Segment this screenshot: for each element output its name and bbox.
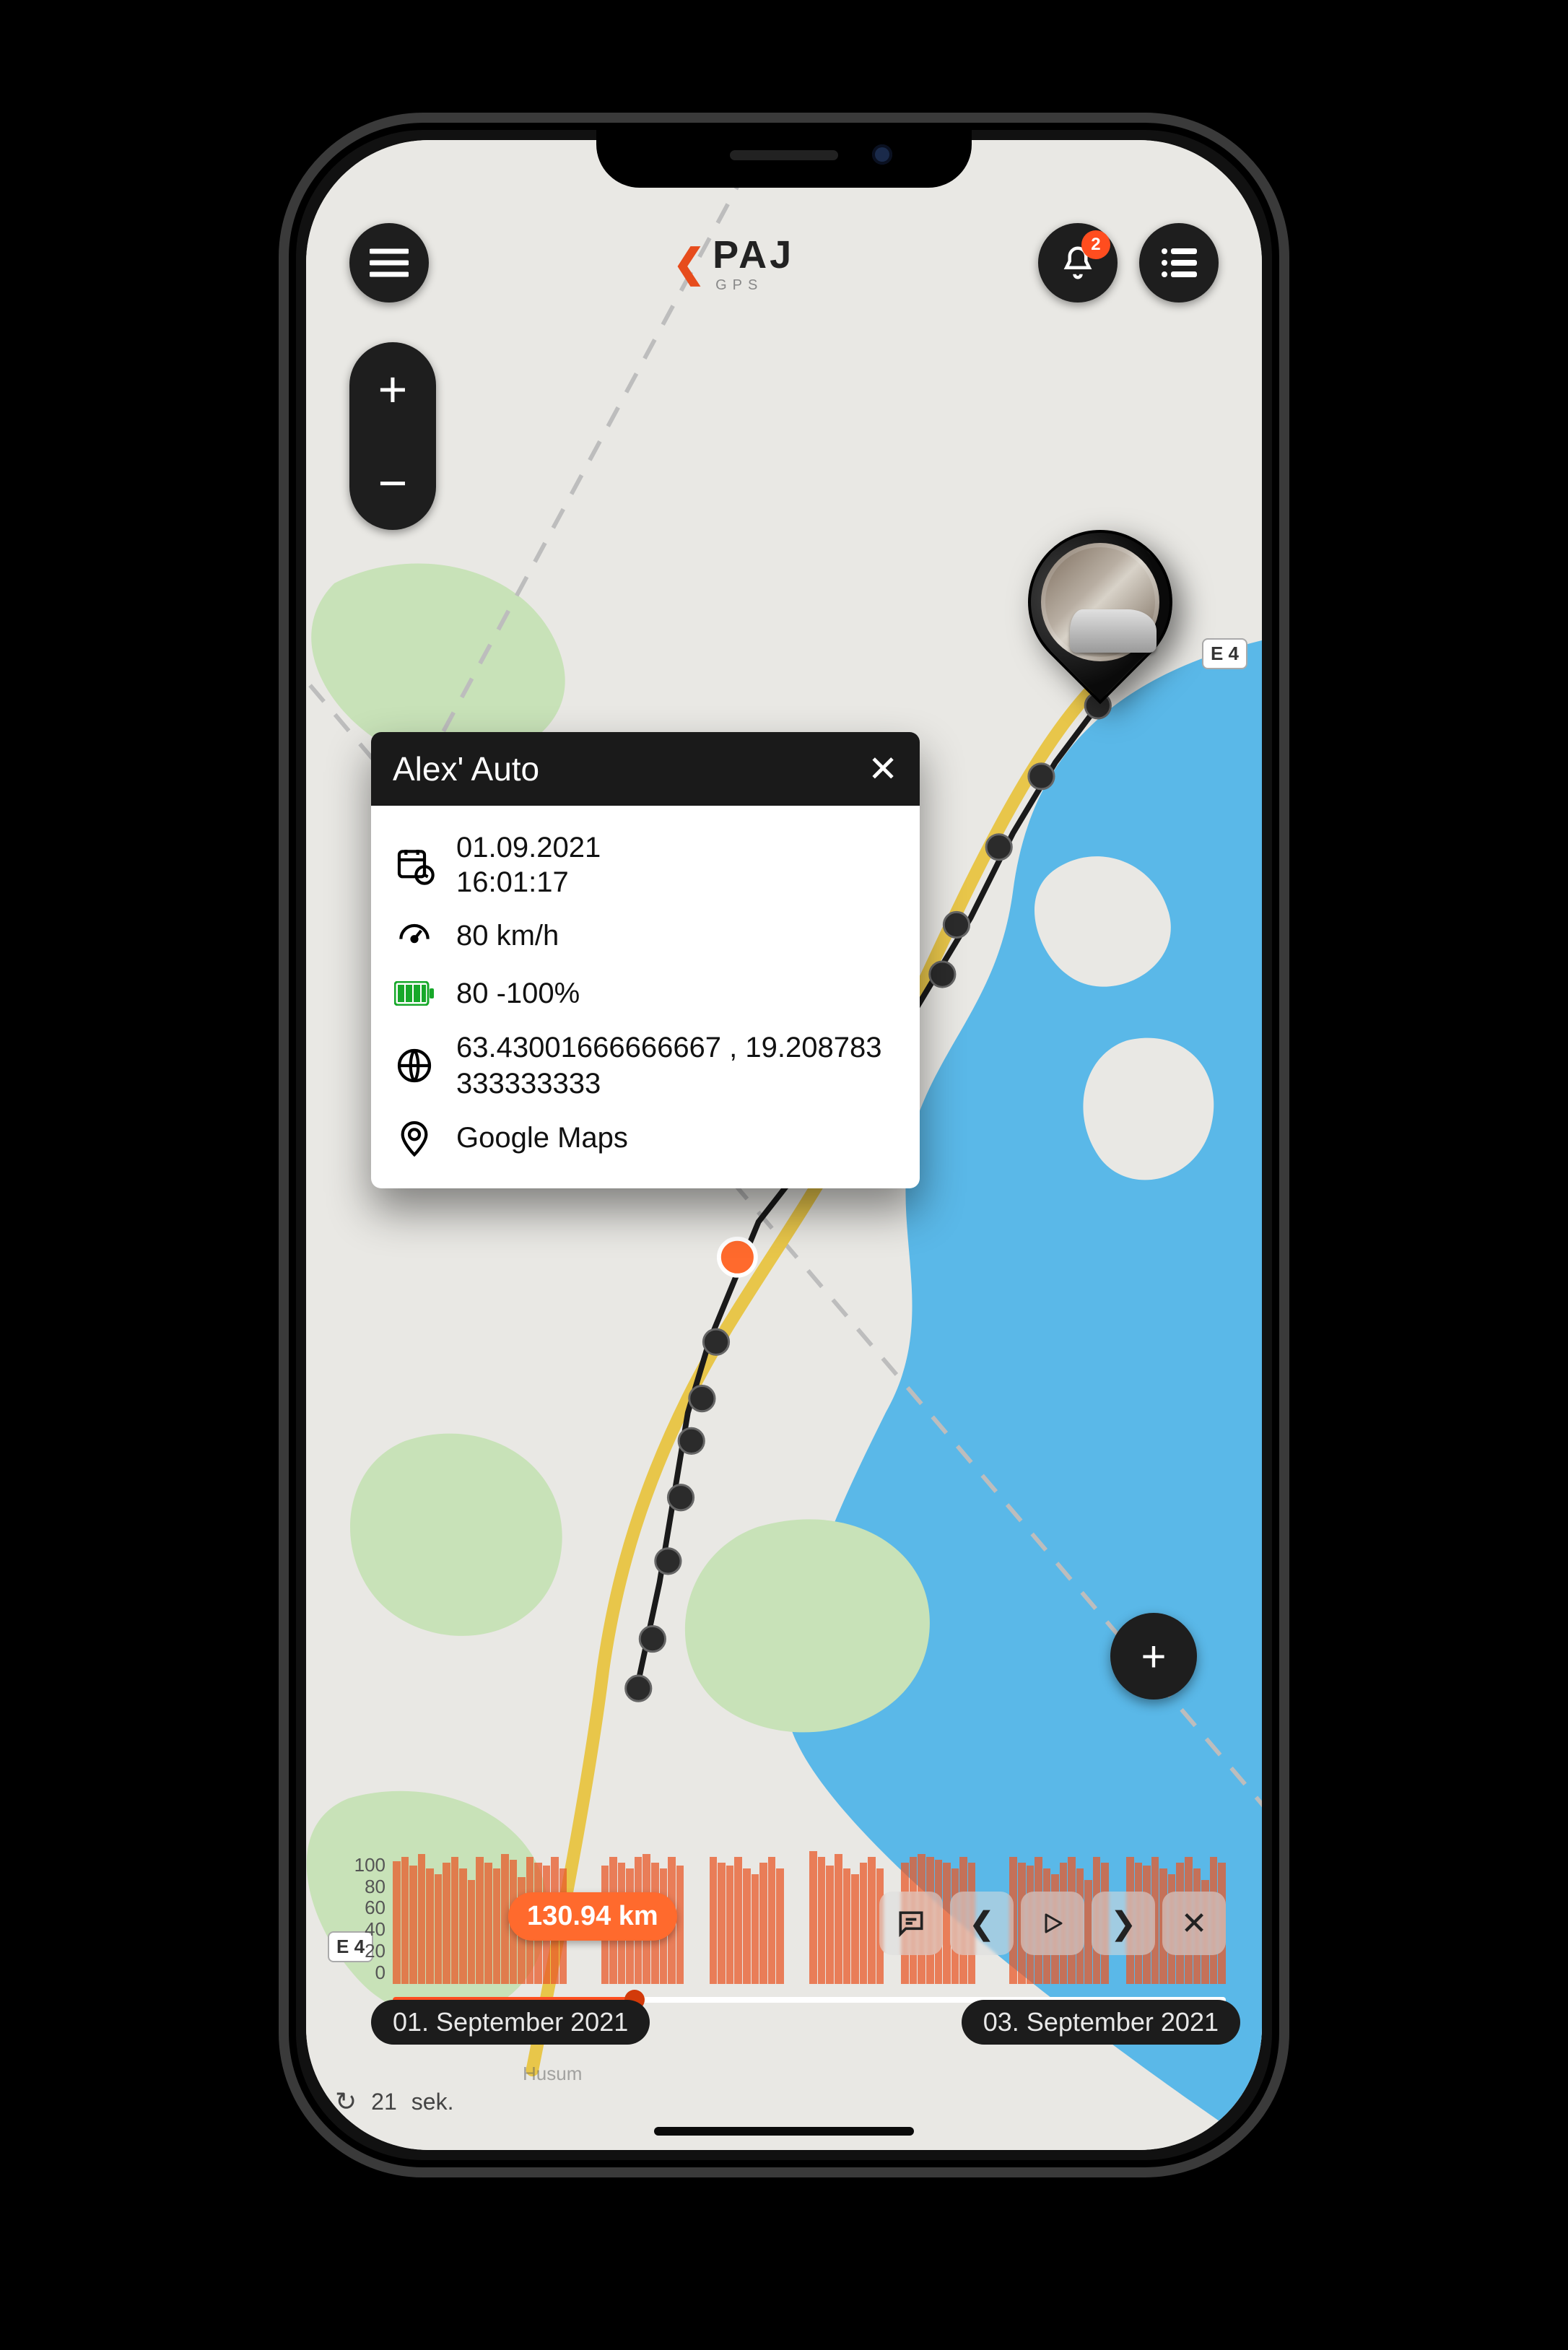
step-forward-button[interactable]: ❯ [1092,1892,1155,1955]
notifications-button[interactable]: 2 [1038,223,1118,303]
refresh-value: 21 [371,2089,397,2115]
tracker-photo [1041,543,1159,661]
popup-battery: 80 -100% [456,978,580,1010]
play-button[interactable] [1021,1892,1084,1955]
popup-speed: 80 km/h [456,920,559,952]
logo-bolt-icon: ❮ [673,240,705,286]
zoom-out-button[interactable]: − [378,458,408,508]
add-button[interactable]: + [1110,1613,1197,1700]
step-back-button[interactable]: ❮ [950,1892,1014,1955]
calendar-clock-icon [393,843,436,887]
menu-button[interactable] [349,223,429,303]
top-bar: ❮ PAJ GPS 2 [306,219,1262,306]
list-button[interactable] [1139,223,1219,303]
popup-title: Alex' Auto [393,749,539,788]
tracker-popup: Alex' Auto ✕ 01.09.2021 16:01:17 [371,732,920,1188]
annotate-button[interactable] [879,1892,943,1955]
app-screen: E 4 E 4 Husum ❮ PAJ GPS 2 [306,140,1262,2150]
refresh-unit: sek. [411,2089,454,2115]
tracker-marker[interactable] [1028,530,1172,718]
brand-logo: ❮ PAJ GPS [673,232,794,294]
popup-close-button[interactable]: ✕ [868,748,898,790]
device-notch [596,123,972,188]
phone-frame: E 4 E 4 Husum ❮ PAJ GPS 2 [279,113,1289,2177]
battery-icon [393,972,436,1015]
timeline-yaxis: 100 80 60 40 20 0 [342,1855,386,1984]
refresh-icon[interactable]: ↻ [335,2086,357,2117]
timeline-start-date: 01. September 2021 [371,2000,650,2045]
refresh-footer: ↻ 21 sek. [335,2086,453,2117]
playback-controls: ❮ ❯ ✕ [879,1892,1226,1955]
brand-sub: GPS [715,277,794,294]
popup-maps-label: Google Maps [456,1122,628,1154]
distance-pill: 130.94 km [508,1892,677,1941]
zoom-control: + − [349,342,436,530]
zoom-in-button[interactable]: + [378,364,408,414]
map-pin-icon [393,1116,436,1159]
timeline-end-date: 03. September 2021 [962,2000,1240,2045]
globe-icon [393,1044,436,1087]
popup-time: 16:01:17 [456,865,601,900]
popup-date: 01.09.2021 [456,830,601,865]
timeline-close-button[interactable]: ✕ [1162,1892,1226,1955]
speed-icon [393,914,436,957]
notification-badge: 2 [1081,230,1110,259]
brand-name: PAJ [713,232,794,277]
google-maps-link[interactable]: Google Maps [393,1109,898,1167]
home-indicator[interactable] [654,2127,914,2136]
popup-coords: 63.43001666666667 , 19.208783333333333 [456,1030,889,1102]
